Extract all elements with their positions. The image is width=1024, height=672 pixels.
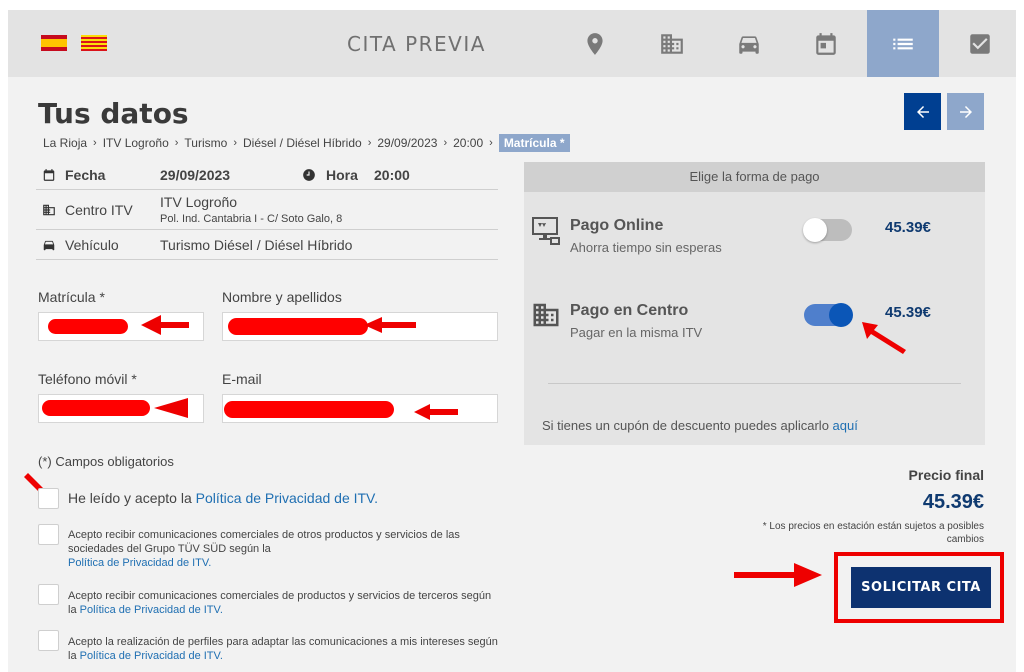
date-value: 29/09/2023: [160, 166, 231, 183]
step-data[interactable]: [867, 10, 939, 77]
redaction-mark: [48, 319, 128, 334]
booking-summary: Fecha 29/09/2023 Hora 20:00 Centro ITV I…: [36, 160, 498, 260]
privacy-policy-link[interactable]: Política de Privacidad de ITV.: [68, 557, 211, 569]
page-frame: CITA PREVIA Tus datos La Rioja › ITV Logr…: [8, 10, 1016, 672]
summary-center-row: Centro ITV ITV Logroño Pol. Ind. Cantabr…: [36, 190, 498, 230]
online-title: Pago Online: [570, 217, 664, 234]
building-icon: [43, 204, 55, 215]
plate-label: Matrícula *: [38, 289, 105, 305]
redaction-mark: [42, 400, 150, 416]
building-icon: [533, 303, 559, 327]
catalonia-flag-icon[interactable]: [81, 35, 107, 51]
breadcrumb-item[interactable]: 29/09/2023: [377, 136, 437, 150]
list-icon: [893, 38, 913, 49]
request-appointment-button[interactable]: SOLICITAR CITA: [851, 567, 991, 608]
payment-heading: Elige la forma de pago: [524, 162, 985, 192]
phone-label: Teléfono móvil *: [38, 371, 137, 387]
location-pin-icon: [587, 32, 603, 55]
arrow-left-icon: [916, 105, 929, 118]
consent-group-text: Acepto recibir comunicaciones comerciale…: [68, 529, 460, 569]
time-label: Hora: [326, 166, 358, 183]
consent-profiling-text: Acepto la realización de perfiles para a…: [68, 636, 498, 662]
redaction-mark: [228, 318, 368, 335]
clock-icon: [303, 168, 315, 181]
calendar-icon: [43, 168, 55, 181]
checkbox-icon: [970, 33, 990, 54]
date-label: Fecha: [65, 166, 106, 183]
center-name: ITV Logroño: [160, 194, 238, 210]
payment-divider: [548, 383, 961, 384]
time-value: 20:00: [374, 166, 410, 183]
arrow-right-icon: [959, 105, 972, 118]
vehicle-value: Turismo Diésel / Diésel Híbrido: [160, 236, 353, 253]
center-price: 45.39€: [885, 304, 931, 321]
step-confirm[interactable]: [944, 10, 1016, 77]
brand-title: CITA PREVIA: [347, 32, 486, 56]
required-note: (*) Campos obligatorios: [38, 454, 174, 469]
breadcrumb-item[interactable]: Turismo: [184, 136, 227, 150]
privacy-consent-text: He leído y acepto la Política de Privaci…: [68, 490, 379, 506]
privacy-policy-link[interactable]: Política de Privacidad de ITV.: [80, 650, 223, 662]
vehicle-label: Vehículo: [65, 236, 119, 253]
email-label: E-mail: [222, 371, 262, 387]
payment-option-center[interactable]: Pago en Centro Pagar en la misma ITV 45.…: [524, 292, 985, 352]
payment-panel: Elige la forma de pago Pago Online Ahorr…: [524, 162, 985, 445]
annotation-arrow: [414, 404, 458, 420]
step-vehicle[interactable]: [713, 10, 785, 77]
consent-third-party-checkbox[interactable]: [38, 584, 59, 605]
spain-flag-icon[interactable]: [41, 35, 67, 51]
toggle-knob: [829, 303, 853, 327]
top-bar: CITA PREVIA: [8, 10, 1016, 77]
car-icon: [43, 240, 55, 250]
coupon-link[interactable]: aquí: [833, 418, 858, 433]
center-payment-toggle[interactable]: [804, 303, 853, 327]
final-price-value: 45.39€: [922, 491, 984, 513]
step-date[interactable]: [790, 10, 862, 77]
payment-option-online[interactable]: Pago Online Ahorra tiempo sin esperas 45…: [524, 207, 985, 267]
calendar-icon: [816, 32, 836, 55]
next-step-button[interactable]: [947, 93, 984, 130]
center-label: Centro ITV: [65, 201, 133, 218]
summary-vehicle-row: Vehículo Turismo Diésel / Diésel Híbrido: [36, 230, 498, 260]
online-subtitle: Ahorra tiempo sin esperas: [570, 240, 722, 255]
breadcrumb-current: Matrícula *: [498, 134, 570, 152]
annotation-arrow: [862, 322, 906, 354]
breadcrumb: La Rioja › ITV Logroño › Turismo › Diésel /…: [43, 134, 570, 152]
consent-group-checkbox[interactable]: [38, 524, 59, 545]
privacy-checkbox[interactable]: [38, 488, 59, 509]
online-payment-toggle[interactable]: [803, 218, 852, 242]
summary-date-row: Fecha 29/09/2023 Hora 20:00: [36, 160, 498, 190]
previous-step-button[interactable]: [904, 93, 941, 130]
breadcrumb-item[interactable]: 20:00: [453, 136, 483, 150]
breadcrumb-item[interactable]: La Rioja: [43, 136, 87, 150]
building-icon: [661, 33, 683, 54]
step-center[interactable]: [636, 10, 708, 77]
online-price: 45.39€: [885, 219, 931, 236]
annotation-arrow: [734, 563, 822, 587]
step-location[interactable]: [559, 10, 631, 77]
annotation-arrow: [364, 317, 416, 333]
price-disclaimer: * Los precios en estación están sujetos …: [762, 521, 984, 545]
privacy-policy-link[interactable]: Política de Privacidad de ITV.: [80, 604, 223, 616]
annotation-arrow: [154, 398, 188, 418]
annotation-arrow: [141, 315, 189, 335]
car-icon: [739, 35, 759, 54]
breadcrumb-item[interactable]: Diésel / Diésel Híbrido: [243, 136, 362, 150]
toggle-knob: [803, 218, 827, 242]
page-title: Tus datos: [38, 97, 189, 130]
coupon-text: Si tienes un cupón de descuento puedes a…: [542, 418, 858, 433]
consent-profiling-checkbox[interactable]: [38, 630, 59, 651]
center-payment-subtitle: Pagar en la misma ITV: [570, 325, 703, 340]
final-price-label: Precio final: [908, 467, 984, 483]
center-payment-title: Pago en Centro: [570, 302, 689, 319]
consent-third-party-text: Acepto recibir comunicaciones comerciale…: [68, 590, 492, 616]
privacy-policy-link[interactable]: Política de Privacidad de ITV.: [196, 490, 378, 506]
breadcrumb-item[interactable]: ITV Logroño: [103, 136, 169, 150]
online-payment-icon: [532, 217, 560, 245]
name-label: Nombre y apellidos: [222, 289, 342, 305]
center-address: Pol. Ind. Cantabria I - C/ Soto Galo, 8: [160, 213, 343, 225]
redaction-mark: [224, 401, 394, 418]
